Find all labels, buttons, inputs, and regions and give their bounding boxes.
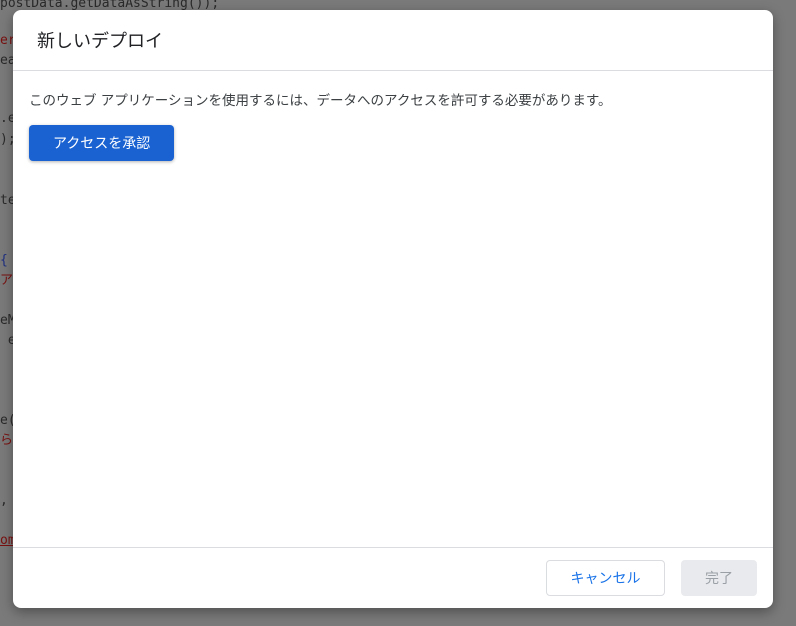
dialog-footer: キャンセル 完了: [13, 547, 773, 608]
code-line: ,: [0, 493, 8, 508]
dialog-title: 新しいデプロイ: [37, 31, 163, 52]
authorize-access-button[interactable]: アクセスを承認: [29, 125, 175, 161]
dialog-header: 新しいデプロイ: [13, 10, 773, 71]
done-button[interactable]: 完了: [681, 560, 757, 596]
cancel-button[interactable]: キャンセル: [546, 560, 665, 596]
dialog-body: このウェブ アプリケーションを使用するには、データへのアクセスを許可する必要があ…: [13, 71, 773, 179]
code-line: {: [0, 253, 8, 268]
access-message: このウェブ アプリケーションを使用するには、データへのアクセスを許可する必要があ…: [29, 93, 612, 109]
new-deployment-dialog: 新しいデプロイ このウェブ アプリケーションを使用するには、データへのアクセスを…: [13, 10, 773, 608]
code-line: ア: [0, 273, 14, 288]
